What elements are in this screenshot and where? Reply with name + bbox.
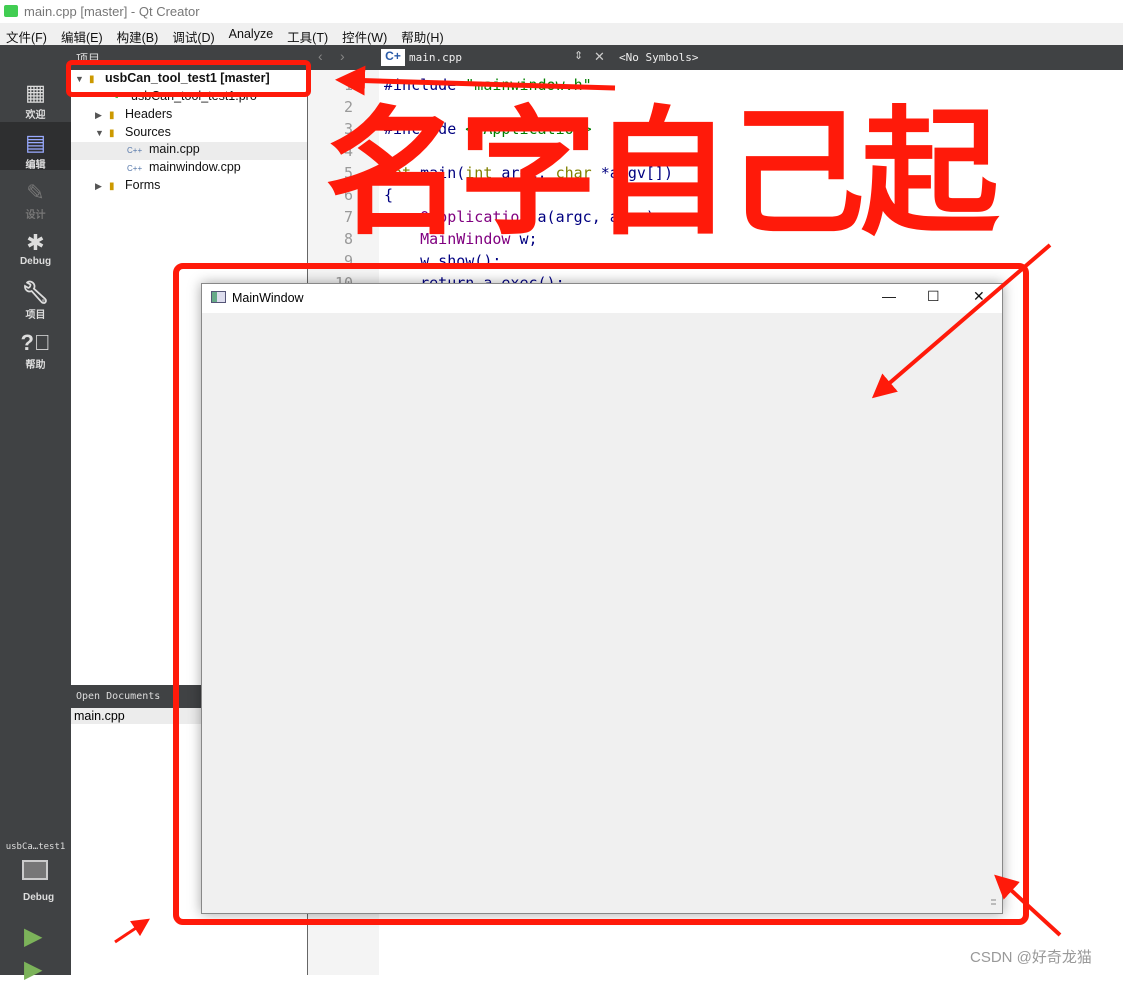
arrow-to-window bbox=[871, 243, 1052, 399]
arrow-to-corner bbox=[994, 874, 1062, 937]
arrow-to-project bbox=[335, 65, 616, 96]
watermark: CSDN @好奇龙猫 bbox=[970, 949, 1092, 966]
annotation-arrows bbox=[114, 65, 1062, 944]
arrow-bottom-left bbox=[114, 918, 150, 944]
